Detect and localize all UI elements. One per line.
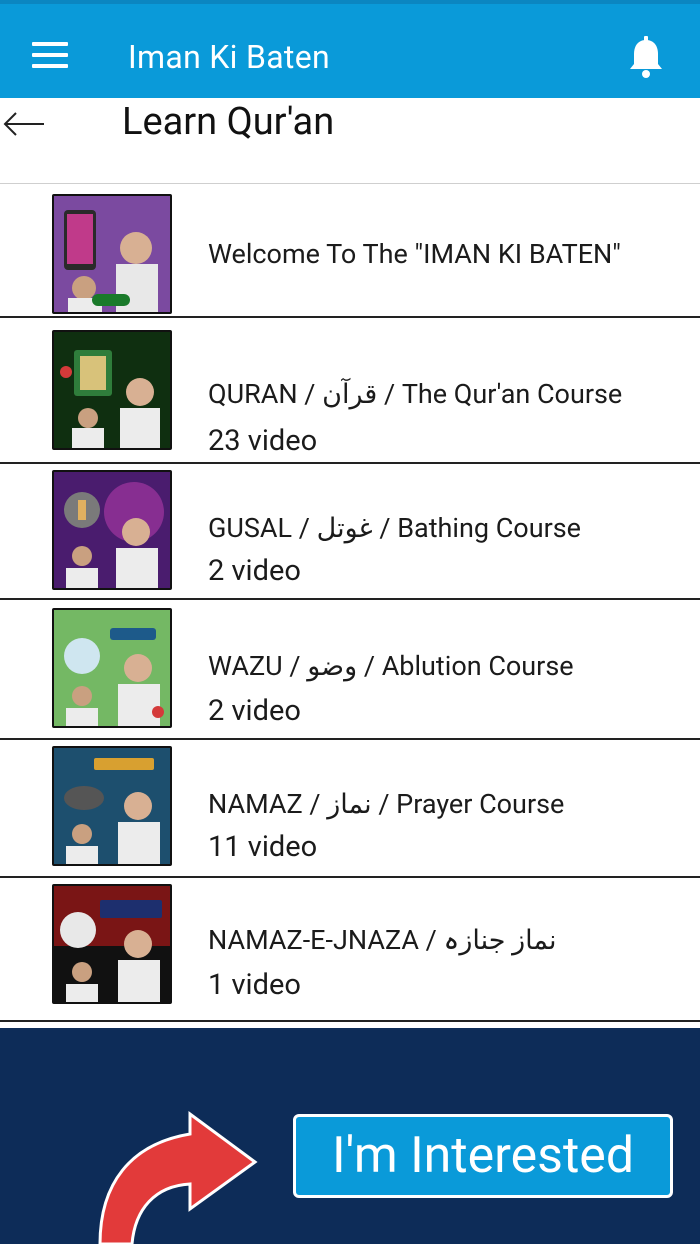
course-title: NAMAZ-E-JNAZA / نماز جنازہ [208,924,557,956]
course-item-namaz[interactable]: NAMAZ / نماز / Prayer Course 11 video [0,740,700,878]
course-title: Welcome To The "IMAN KI BATEN" [208,238,621,270]
bell-icon[interactable] [626,36,666,80]
course-item-gusal[interactable]: GUSAL / غوتل / Bathing Course 2 video [0,464,700,600]
course-thumbnail [52,194,172,314]
video-count: 11 video [208,830,318,864]
video-count: 23 video [208,424,318,458]
menu-icon[interactable] [32,42,68,68]
course-title: QURAN / قرآن / The Qur'an Course [208,378,623,410]
course-title: WAZU / وضو / Ablution Course [208,650,574,682]
video-count: 1 video [208,968,301,1002]
app-bar: Iman Ki Baten [0,0,700,98]
course-title: NAMAZ / نماز / Prayer Course [208,788,565,820]
course-item-wazu[interactable]: WAZU / وضو / Ablution Course 2 video [0,600,700,740]
course-item-namaz-e-jnaza[interactable]: NAMAZ-E-JNAZA / نماز جنازہ 1 video [0,878,700,1022]
app-title: Iman Ki Baten [128,38,330,76]
course-thumbnail [52,330,172,450]
course-title: GUSAL / غوتل / Bathing Course [208,512,581,544]
page-header [0,98,700,184]
video-count: 2 video [208,554,301,588]
curved-arrow-icon [98,1111,258,1244]
course-item-quran[interactable]: QURAN / قرآن / The Qur'an Course 23 vide… [0,318,700,464]
course-item-welcome[interactable]: Welcome To The "IMAN KI BATEN" [0,184,700,318]
course-thumbnail [52,608,172,728]
back-arrow-icon[interactable] [2,110,46,138]
course-thumbnail [52,746,172,866]
course-thumbnail [52,884,172,1004]
video-count: 2 video [208,694,301,728]
promo-banner[interactable]: I'm Interested [0,1028,700,1244]
im-interested-button[interactable]: I'm Interested [293,1114,673,1198]
page-title: Learn Qur'an [122,100,335,144]
course-thumbnail [52,470,172,590]
